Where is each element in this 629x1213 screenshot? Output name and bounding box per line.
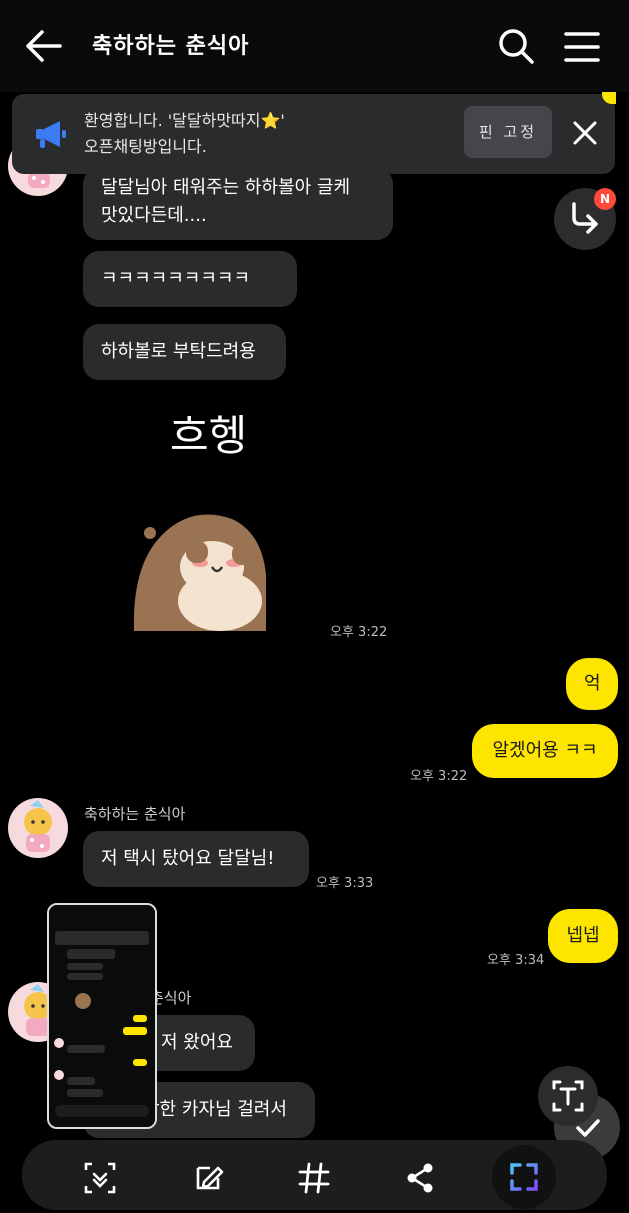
- message-text: 넵넵: [566, 925, 600, 946]
- message-text: 억: [584, 673, 601, 694]
- share-icon[interactable]: [402, 1160, 438, 1196]
- message-text: 상한 카자님 걸려서: [143, 1099, 287, 1120]
- message-bubble[interactable]: 달달님아 태워주는 하하볼아 글케 맛있다든데....: [83, 168, 393, 240]
- screenshot-thumbnail[interactable]: [47, 903, 157, 1129]
- notice-text-line2: 오픈채팅방입니다.: [84, 137, 207, 156]
- message-text-line1: 달달님아 태워주는 하하볼아 글케: [101, 177, 351, 198]
- notice-text: 환영합니다. '달달하맛따지⭐' 오픈채팅방입니다.: [84, 108, 454, 160]
- otter-emoticon-icon[interactable]: [132, 505, 268, 633]
- new-badge: N: [594, 188, 616, 210]
- message-text: 저 왔어요: [161, 1032, 233, 1053]
- smart-select-icon: [510, 1163, 538, 1191]
- sender-name: 축하하는 춘식아: [84, 805, 186, 823]
- outgoing-message-bubble[interactable]: 알겠어용 ㅋㅋ: [472, 724, 618, 778]
- timestamp: 오후 3:34: [487, 953, 545, 968]
- message-text: 저 택시 탔어요 달달님!: [101, 848, 275, 869]
- avatar-character-icon: [24, 800, 52, 852]
- message-text: ㅋㅋㅋㅋㅋㅋㅋㅋㅋ: [101, 268, 251, 289]
- timestamp: 오후 3:22: [410, 769, 468, 784]
- chat-title: 축하하는 춘식아: [92, 34, 250, 59]
- text-extract-icon: [552, 1080, 584, 1112]
- text-extract-button[interactable]: [538, 1066, 598, 1126]
- timestamp: 오후 3:22: [330, 625, 388, 640]
- notice-banner[interactable]: 환영합니다. '달달하맛따지⭐' 오픈채팅방입니다. 핀 고정: [12, 94, 615, 174]
- megaphone-icon: [36, 121, 66, 148]
- emoticon-text: 흐헹: [170, 411, 248, 460]
- close-icon[interactable]: [572, 120, 598, 146]
- notice-text-line1: 환영합니다. '달달하맛따지⭐': [84, 111, 285, 130]
- timestamp: 오후 3:33: [316, 876, 374, 891]
- message-text: 알겠어용 ㅋㅋ: [492, 740, 598, 761]
- message-bubble[interactable]: ㅋㅋㅋㅋㅋㅋㅋㅋㅋ: [83, 251, 297, 307]
- pin-button[interactable]: 핀 고정: [464, 106, 552, 158]
- hashtag-icon[interactable]: [296, 1160, 332, 1196]
- outgoing-message-bubble[interactable]: 넵넵: [548, 909, 618, 963]
- outgoing-message-bubble[interactable]: 억: [566, 658, 618, 710]
- smart-select-button[interactable]: [492, 1145, 556, 1209]
- message-text: 하하볼로 부탁드려용: [101, 341, 256, 362]
- menu-icon[interactable]: [562, 30, 602, 64]
- thumbnail-preview-icon: [49, 905, 155, 1127]
- message-bubble[interactable]: 저 택시 탔어요 달달님!: [83, 831, 309, 887]
- draw-icon[interactable]: [190, 1160, 226, 1196]
- back-arrow-icon[interactable]: [22, 28, 66, 64]
- scroll-capture-icon[interactable]: [82, 1160, 118, 1196]
- search-icon[interactable]: [496, 26, 536, 66]
- avatar[interactable]: [8, 798, 68, 858]
- message-text-line2: 맛있다든데....: [101, 205, 207, 226]
- message-bubble[interactable]: 하하볼로 부탁드려용: [83, 324, 286, 380]
